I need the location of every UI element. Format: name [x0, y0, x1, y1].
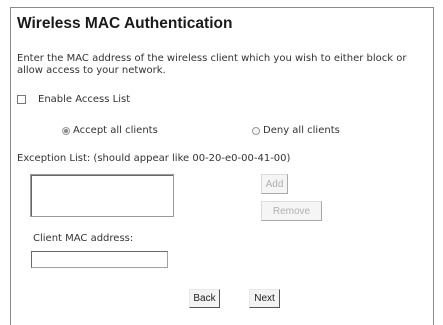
next-button[interactable]: Next [249, 289, 280, 308]
enable-access-list-row[interactable]: Enable Access List [17, 94, 130, 105]
exception-list-box[interactable] [30, 174, 174, 217]
enable-access-list-label: Enable Access List [38, 94, 131, 105]
add-button[interactable]: Add [261, 174, 288, 194]
enable-access-list-checkbox[interactable] [17, 95, 26, 104]
accept-all-clients-option[interactable]: Accept all clients [62, 125, 158, 136]
deny-all-clients-option[interactable]: Deny all clients [252, 125, 340, 136]
remove-button[interactable]: Remove [261, 201, 322, 221]
deny-all-clients-label: Deny all clients [263, 125, 340, 136]
radio-selected-dot [64, 128, 68, 133]
client-mac-label: Client MAC address: [33, 233, 134, 244]
page-description: Enter the MAC address of the wireless cl… [17, 53, 407, 76]
page-title: Wireless MAC Authentication [17, 15, 233, 32]
exception-list-label: Exception List: (should appear like 00-2… [17, 153, 291, 164]
accept-all-clients-radio[interactable] [62, 126, 70, 135]
deny-all-clients-radio[interactable] [252, 126, 260, 135]
back-button[interactable]: Back [189, 289, 220, 308]
accept-all-clients-label: Accept all clients [73, 125, 158, 136]
client-mac-input[interactable] [31, 251, 168, 268]
